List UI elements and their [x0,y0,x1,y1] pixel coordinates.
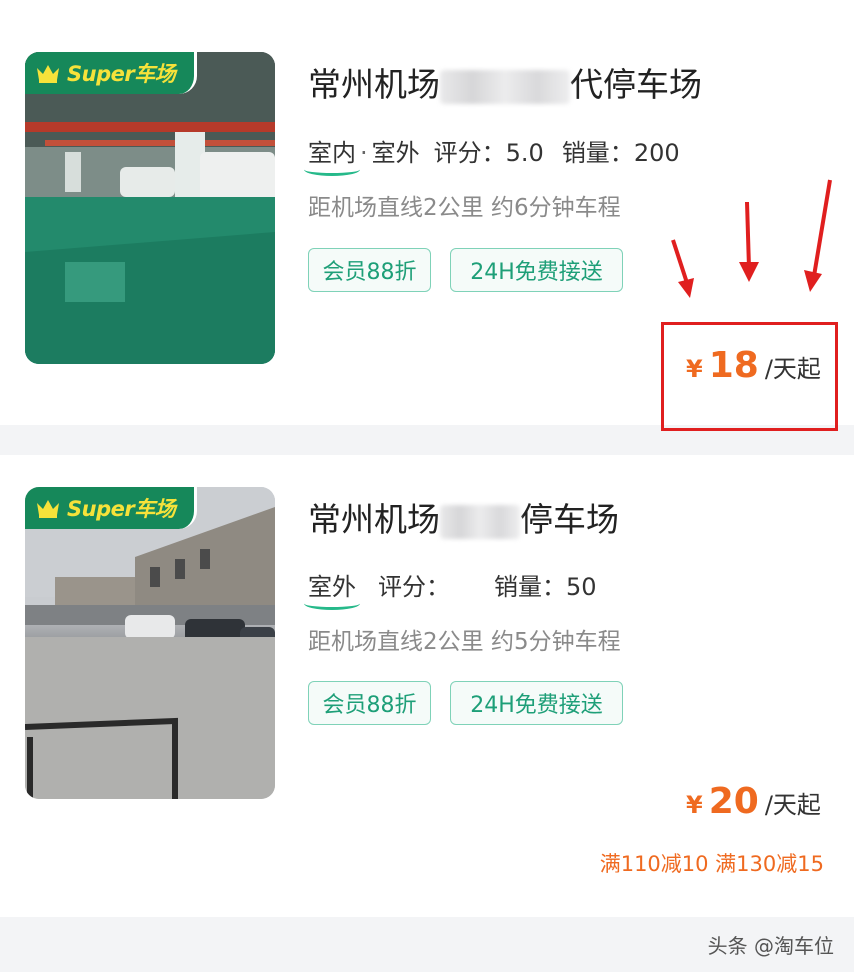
price-highlight-box [661,322,838,431]
listing-meta: 室外 评分： 销量：50 [304,567,597,610]
free-shuttle-chip: 24H免费接送 [450,681,623,725]
red-arrow-icon [671,239,694,298]
distance-info: 距机场直线2公里 约5分钟车程 [308,629,621,655]
price-value: 20 [708,781,759,822]
sales: 销量：50 [494,573,597,601]
crown-icon [37,500,59,518]
listing-card[interactable]: Super车场 常州机场 代停车场 室内 · 室外 评分：5.0 销量：200 距机场直线… [0,0,854,431]
title-prefix: 常州机场 [308,65,440,104]
listing-title[interactable]: 常州机场 代停车场 [308,58,702,106]
free-shuttle-chip: 24H免费接送 [450,248,623,292]
badge-label: Super车场 [67,497,176,521]
redacted-name [440,69,570,104]
source-watermark: 头条 @淘车位 [707,934,834,958]
price-display: ¥20/天起 [686,781,821,822]
indoor-garage-image [25,52,275,364]
red-arrow-icon [804,179,832,292]
title-suffix: 停车场 [520,500,619,539]
tag-separator: · [360,139,368,167]
price-unit: /天起 [764,791,821,819]
member-discount-chip: 会员88折 [308,248,431,292]
member-discount-chip: 会员88折 [308,681,431,725]
distance-info: 距机场直线2公里 约6分钟车程 [308,195,621,221]
tag-indoor: 室内 [304,133,360,176]
rating: 评分： [378,573,450,601]
listing-meta: 室内 · 室外 评分：5.0 销量：200 [304,133,680,176]
rating: 评分：5.0 [433,139,544,167]
tag-outdoor: 室外 [371,139,420,167]
outdoor-lot-image [25,487,275,799]
title-prefix: 常州机场 [308,500,440,539]
sales: 销量：200 [561,139,680,167]
super-parking-badge: Super车场 [25,52,197,94]
listing-title[interactable]: 常州机场 停车场 [308,493,619,541]
redacted-name [440,504,520,539]
title-suffix: 代停车场 [570,65,702,104]
full-reduction-offer: 满110减10 满130减15 [599,852,824,876]
super-parking-badge: Super车场 [25,487,197,529]
red-arrow-icon [739,201,759,282]
parking-photo[interactable]: Super车场 [25,52,275,364]
parking-photo[interactable]: Super车场 [25,487,275,799]
tag-outdoor: 室外 [304,567,360,610]
crown-icon [37,65,59,83]
badge-label: Super车场 [67,62,176,86]
currency-symbol: ¥ [686,791,703,819]
